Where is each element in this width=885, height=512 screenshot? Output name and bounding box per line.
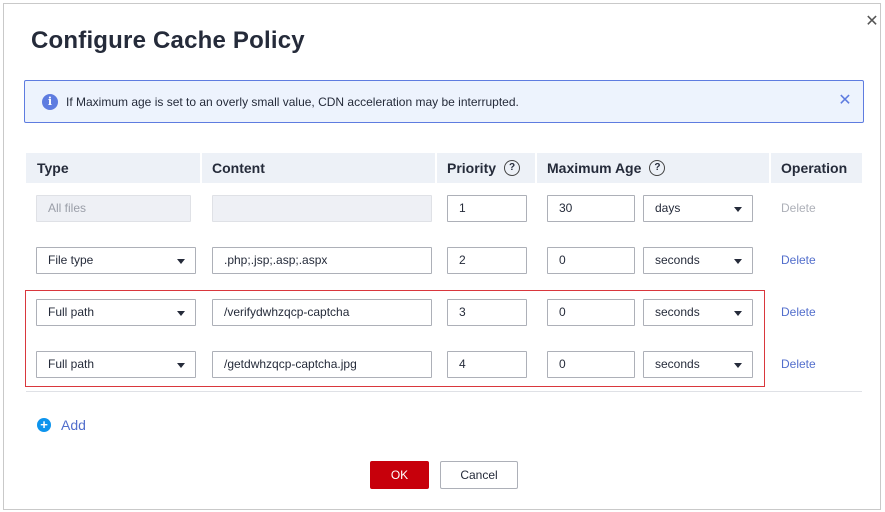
header-divider — [200, 153, 202, 183]
type-select-value: File type — [48, 253, 94, 267]
chevron-down-icon — [177, 259, 185, 264]
chevron-down-icon — [734, 207, 742, 212]
header-content: Content — [212, 160, 265, 176]
dialog-close-icon[interactable]: ✕ — [862, 13, 882, 33]
age-unit-value: days — [655, 201, 681, 215]
header-type: Type — [37, 160, 69, 176]
header-max-age-label: Maximum Age — [547, 160, 642, 176]
max-age-input[interactable]: 30 — [547, 195, 635, 222]
cancel-button[interactable]: Cancel — [440, 461, 518, 489]
table-header: Type Content Priority? Maximum Age? Oper… — [26, 153, 862, 183]
header-operation: Operation — [781, 160, 848, 176]
dialog-title: Configure Cache Policy — [31, 27, 305, 54]
header-max-age: Maximum Age? — [547, 153, 666, 183]
table-bottom-divider — [26, 391, 862, 392]
content-input[interactable]: .php;.jsp;.asp;.aspx — [212, 247, 432, 274]
info-close-icon[interactable]: ✕ — [835, 91, 855, 111]
priority-input[interactable]: 1 — [447, 195, 527, 222]
ok-button[interactable]: OK — [370, 461, 429, 489]
content-input — [212, 195, 432, 222]
delete-link[interactable]: Delete — [781, 351, 816, 378]
add-button[interactable]: + Add — [37, 416, 86, 434]
age-unit-select[interactable]: seconds — [643, 247, 753, 274]
table-row: File type .php;.jsp;.asp;.aspx 2 0 secon… — [26, 235, 862, 287]
chevron-down-icon — [734, 259, 742, 264]
header-priority-label: Priority — [447, 160, 497, 176]
header-divider — [769, 153, 771, 183]
priority-input[interactable]: 2 — [447, 247, 527, 274]
header-divider — [435, 153, 437, 183]
max-age-input[interactable]: 0 — [547, 247, 635, 274]
info-alert-text: If Maximum age is set to an overly small… — [66, 95, 519, 109]
delete-link[interactable]: Delete — [781, 247, 816, 274]
table-row: All files 1 30 days Delete — [26, 183, 862, 235]
add-label: Add — [61, 417, 86, 433]
plus-circle-icon: + — [37, 418, 51, 432]
age-unit-select[interactable]: days — [643, 195, 753, 222]
delete-link[interactable]: Delete — [781, 299, 816, 326]
type-select: All files — [36, 195, 191, 222]
type-select[interactable]: File type — [36, 247, 196, 274]
highlight-annotation-box — [25, 290, 765, 387]
delete-link: Delete — [781, 201, 816, 215]
help-icon[interactable]: ? — [649, 160, 666, 177]
header-divider — [535, 153, 537, 183]
help-icon[interactable]: ? — [504, 160, 521, 177]
header-priority: Priority? — [447, 153, 521, 183]
info-icon: i — [42, 94, 58, 110]
info-alert: i If Maximum age is set to an overly sma… — [24, 80, 864, 123]
age-unit-value: seconds — [655, 253, 700, 267]
